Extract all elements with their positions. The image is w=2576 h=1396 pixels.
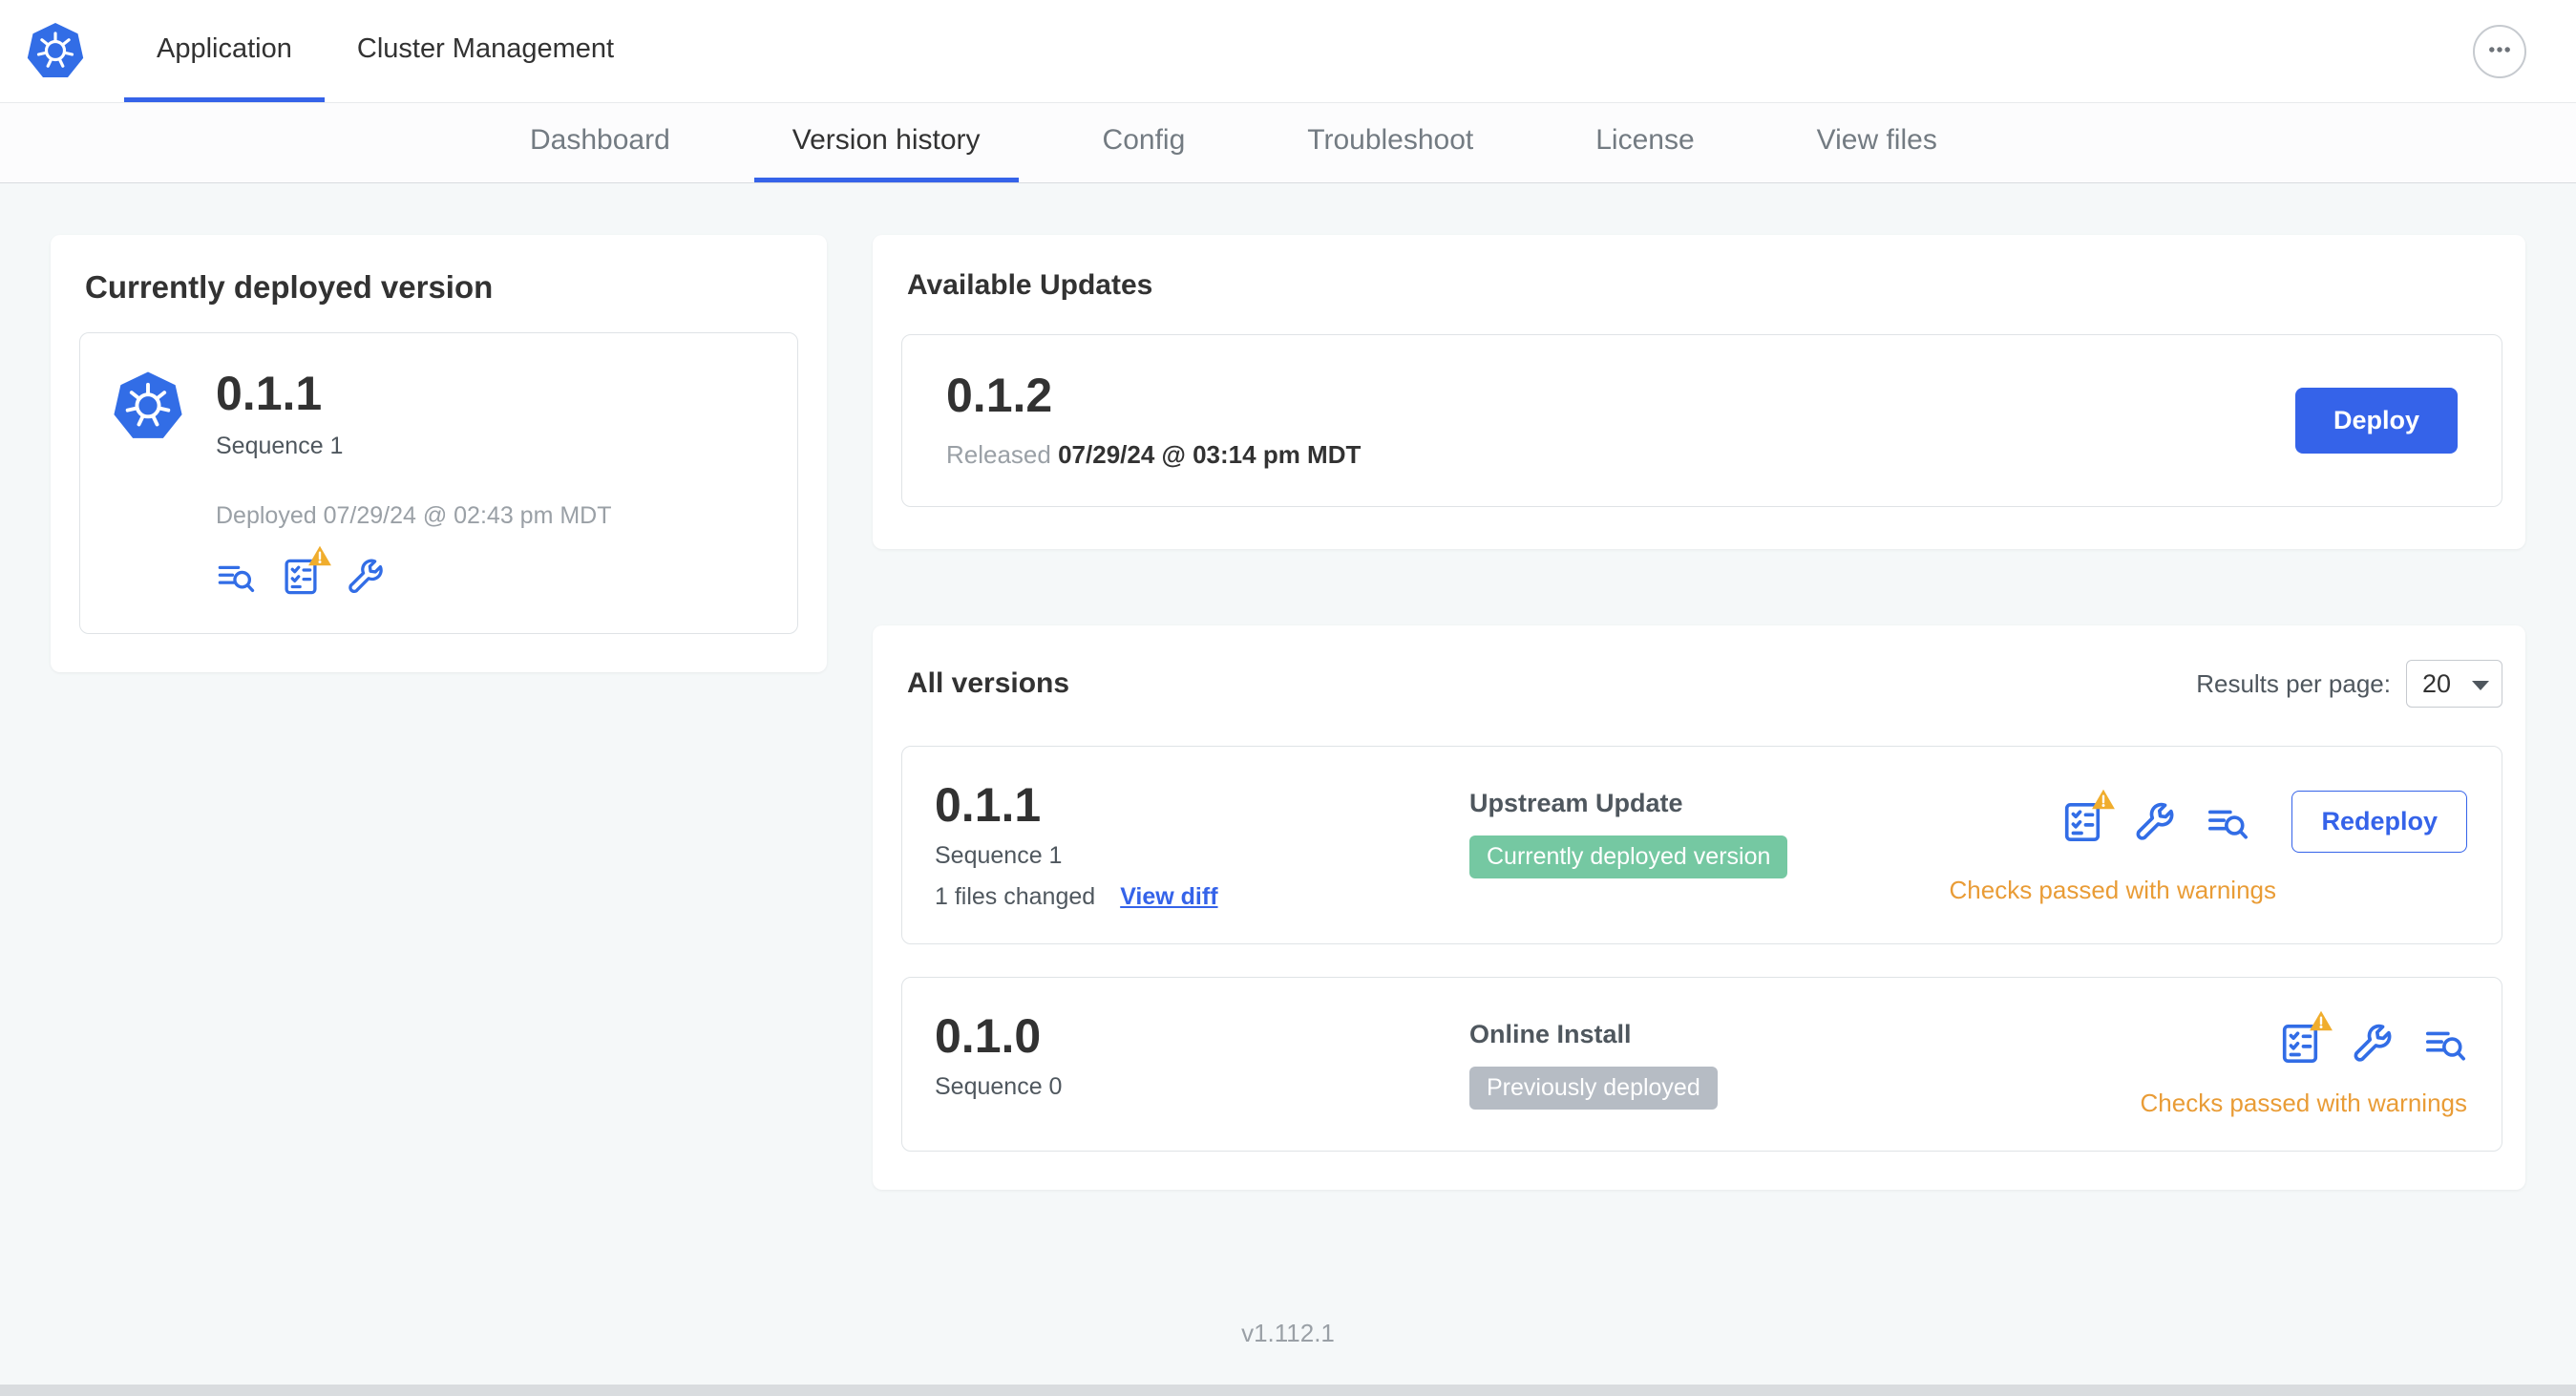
tab-view-files[interactable]: View files (1779, 103, 1975, 182)
current-version-number: 0.1.1 (216, 367, 323, 420)
checks-status: Checks passed with warnings (2140, 1089, 2468, 1117)
available-updates-title: Available Updates (907, 269, 1153, 301)
version-source: Online Install Previously deployed (1469, 1012, 2141, 1110)
current-version-actions (216, 545, 612, 597)
more-menu-button[interactable] (2473, 24, 2526, 78)
version-source: Upstream Update Currently deployed versi… (1469, 781, 1950, 878)
version-actions: Redeploy Checks passed with warnings (1949, 781, 2467, 905)
version-info: 0.1.1 Sequence 1 1 files changed View di… (935, 781, 1469, 911)
version-number: 0.1.0 (935, 1009, 1042, 1063)
deployment-status-badge: Previously deployed (1469, 1067, 1718, 1110)
edit-config-icon[interactable] (2133, 800, 2177, 844)
version-actions: Checks passed with warnings (2140, 1010, 2468, 1118)
edit-config-icon[interactable] (2351, 1022, 2395, 1066)
tab-cluster-management[interactable]: Cluster Management (325, 0, 646, 102)
results-per-page-label: Results per page: (2196, 668, 2391, 698)
view-diff-link[interactable]: View diff (1120, 883, 1217, 911)
results-per-page-select[interactable]: 20 (2406, 660, 2502, 708)
update-version-number: 0.1.2 (946, 369, 1053, 422)
source-label: Upstream Update (1469, 789, 1683, 817)
available-updates-card: Available Updates 0.1.2 Released 07/29/2… (873, 235, 2525, 549)
released-date: 07/29/24 @ 03:14 pm MDT (1058, 440, 1362, 469)
main-content: Currently deployed version 0.1.1 Sequenc… (0, 183, 2576, 1281)
version-number: 0.1.1 (935, 778, 1042, 832)
version-info: 0.1.0 Sequence 0 (935, 1012, 1469, 1101)
deployment-status-badge: Currently deployed version (1469, 835, 1788, 878)
top-tabs: Application Cluster Management (124, 0, 646, 102)
tab-version-history[interactable]: Version history (753, 103, 1019, 182)
update-row: 0.1.2 Released 07/29/24 @ 03:14 pm MDT D… (901, 334, 2502, 507)
app-subnav: Dashboard Version history Config Trouble… (0, 103, 2576, 183)
source-label: Online Install (1469, 1020, 1632, 1048)
all-versions-title: All versions (907, 667, 1070, 699)
current-version-panel: 0.1.1 Sequence 1 Deployed 07/29/24 @ 02:… (79, 332, 798, 634)
warning-triangle-icon (2092, 789, 2116, 809)
tab-application[interactable]: Application (124, 0, 325, 102)
tab-troubleshoot[interactable]: Troubleshoot (1269, 103, 1511, 182)
released-label: Released (946, 440, 1051, 469)
results-per-page: Results per page: 20 (2196, 660, 2502, 708)
preflight-checks-warning-icon[interactable] (281, 545, 331, 597)
app-icon (111, 370, 185, 597)
released-timestamp: Released 07/29/24 @ 03:14 pm MDT (946, 440, 1361, 470)
tab-dashboard[interactable]: Dashboard (492, 103, 708, 182)
version-diff-icon[interactable] (2423, 1022, 2467, 1066)
preflight-checks-warning-icon[interactable] (2278, 1010, 2333, 1066)
currently-deployed-title: Currently deployed version (85, 269, 494, 305)
warning-triangle-icon (2310, 1010, 2333, 1031)
deploy-button[interactable]: Deploy (2294, 388, 2458, 454)
version-row-0-1-0: 0.1.0 Sequence 0 Online Install Previous… (901, 977, 2502, 1152)
version-actions-line: Redeploy (2060, 789, 2467, 853)
all-versions-header: All versions Results per page: 20 (901, 660, 2502, 708)
version-diff-icon[interactable] (216, 557, 256, 597)
kubernetes-logo (25, 0, 86, 102)
tab-config[interactable]: Config (1065, 103, 1224, 182)
version-sequence: Sequence 0 (935, 1073, 1063, 1100)
tab-license[interactable]: License (1557, 103, 1732, 182)
version-diff-icon[interactable] (2206, 800, 2249, 844)
currently-deployed-card: Currently deployed version 0.1.1 Sequenc… (51, 235, 827, 672)
deployed-timestamp: Deployed 07/29/24 @ 02:43 pm MDT (216, 502, 612, 529)
right-column: Available Updates 0.1.2 Released 07/29/2… (873, 235, 2525, 1190)
files-changed-count: 1 files changed (935, 883, 1096, 910)
all-versions-card: All versions Results per page: 20 0.1.1 … (873, 625, 2525, 1190)
page-footer: v1.112.1 (0, 1281, 2576, 1385)
console-version: v1.112.1 (1241, 1318, 1335, 1347)
top-navbar: Application Cluster Management (0, 0, 2576, 103)
version-row-0-1-1: 0.1.1 Sequence 1 1 files changed View di… (901, 746, 2502, 944)
ellipsis-icon (2481, 31, 2519, 72)
bottom-edge (0, 1385, 2576, 1396)
current-version-sequence: Sequence 1 (216, 433, 344, 459)
checks-status: Checks passed with warnings (1949, 876, 2277, 904)
edit-config-icon[interactable] (346, 557, 386, 597)
results-per-page-select-wrap: 20 (2406, 660, 2502, 708)
preflight-checks-warning-icon[interactable] (2060, 789, 2116, 844)
redeploy-button[interactable]: Redeploy (2291, 791, 2467, 853)
warning-triangle-icon (308, 545, 331, 566)
version-actions-line (2278, 1010, 2467, 1066)
version-sequence: Sequence 1 (935, 842, 1063, 869)
files-changed-line: 1 files changed View diff (935, 883, 1469, 911)
